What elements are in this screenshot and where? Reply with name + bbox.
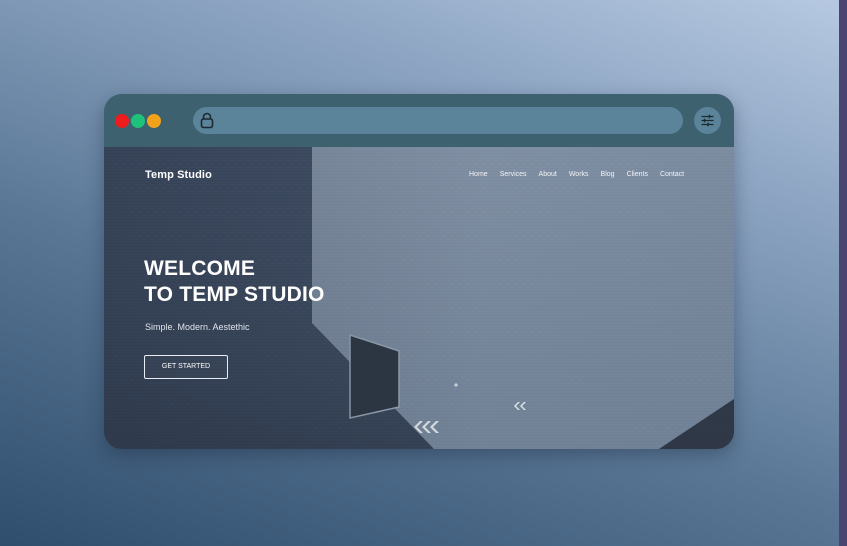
browser-toolbar bbox=[104, 94, 734, 147]
browser-window: Temp Studio Home Services About Works Bl… bbox=[104, 94, 734, 449]
address-bar[interactable] bbox=[193, 107, 683, 134]
hero-tagline: Simple. Modern. Aestethic bbox=[145, 322, 250, 332]
nav-link-contact[interactable]: Contact bbox=[660, 171, 684, 178]
site-logo[interactable]: Temp Studio bbox=[145, 169, 212, 181]
lock-icon bbox=[200, 112, 214, 129]
settings-button[interactable] bbox=[694, 107, 721, 134]
close-window-button[interactable] bbox=[115, 114, 129, 128]
nav-link-home[interactable]: Home bbox=[469, 171, 488, 178]
maximize-window-button[interactable] bbox=[147, 114, 161, 128]
nav-link-about[interactable]: About bbox=[539, 171, 557, 178]
nav-link-clients[interactable]: Clients bbox=[627, 171, 648, 178]
sliders-icon bbox=[701, 114, 714, 127]
get-started-button[interactable]: GET STARTED bbox=[144, 355, 228, 379]
nav-link-blog[interactable]: Blog bbox=[601, 171, 615, 178]
hero-heading: WELCOME TO TEMP STUDIO bbox=[144, 256, 325, 308]
nav-link-works[interactable]: Works bbox=[569, 171, 589, 178]
hero-heading-line-2: TO TEMP STUDIO bbox=[144, 283, 325, 306]
web-page: Temp Studio Home Services About Works Bl… bbox=[104, 147, 734, 449]
nav-link-services[interactable]: Services bbox=[500, 171, 527, 178]
desktop-edge bbox=[839, 0, 847, 546]
main-navigation: Home Services About Works Blog Clients C… bbox=[469, 171, 696, 178]
hero-heading-line-1: WELCOME bbox=[144, 257, 256, 280]
minimize-window-button[interactable] bbox=[131, 114, 145, 128]
